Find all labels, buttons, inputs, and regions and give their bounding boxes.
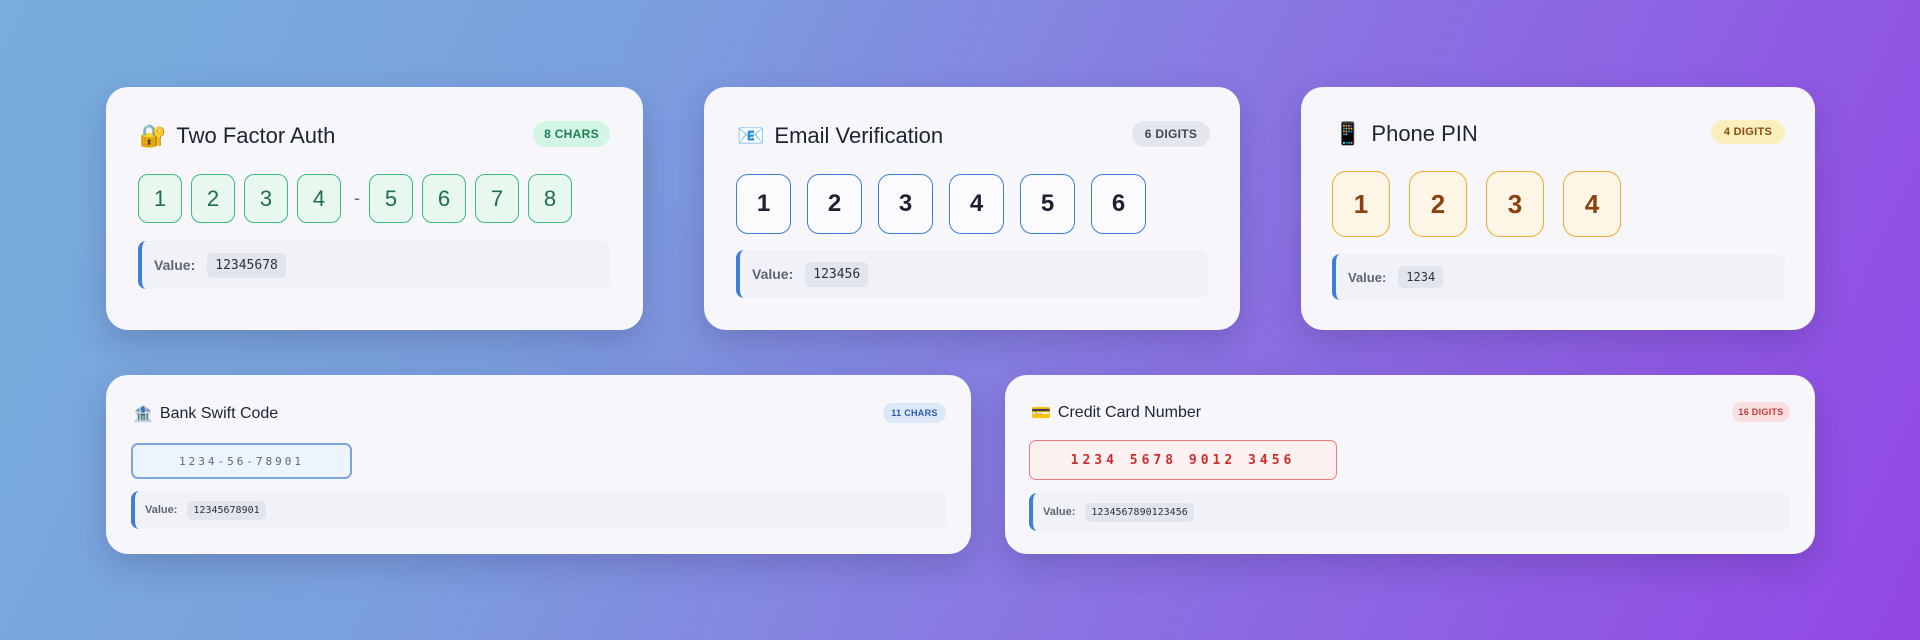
value-display: Value: 123456 [736, 250, 1208, 298]
two-factor-auth-card: 🔐 Two Factor Auth 8 CHARS 1 2 3 4 - 5 6 … [106, 87, 643, 330]
length-badge: 11 CHARS [883, 403, 946, 423]
otp-digit-input[interactable]: 2 [807, 174, 862, 234]
length-badge: 4 DIGITS [1711, 120, 1785, 144]
otp-digit-input[interactable]: 8 [528, 174, 572, 223]
otp-input-group: 1 2 3 4 - 5 6 7 8 [138, 174, 581, 223]
value-text: 123456 [805, 261, 869, 287]
phone-pin-title: Phone PIN [1371, 121, 1478, 146]
email-envelope-icon: 📧 [737, 123, 765, 149]
card-title: 💳 Credit Card Number [1031, 403, 1201, 422]
otp-digit-input[interactable]: 6 [422, 174, 466, 223]
value-label: Value: [752, 266, 794, 282]
phone-pin-card: 📱 Phone PIN 4 DIGITS 1 2 3 4 Value: 1234 [1301, 87, 1815, 330]
otp-input-group: 1 2 3 4 5 6 [736, 174, 1162, 234]
pin-digit-input[interactable]: 2 [1409, 171, 1467, 237]
card-title: 🔐 Two Factor Auth [139, 123, 335, 149]
otp-digit-input[interactable]: 3 [244, 174, 288, 223]
length-badge: 6 DIGITS [1132, 121, 1210, 147]
value-label: Value: [1043, 506, 1076, 518]
credit-card-number-card: 💳 Credit Card Number 16 DIGITS 1234 5678… [1005, 375, 1815, 554]
email-verification-title: Email Verification [774, 123, 944, 148]
pin-digit-input[interactable]: 1 [1332, 171, 1390, 237]
otp-digit-input[interactable]: 1 [736, 174, 791, 234]
value-label: Value: [1348, 269, 1387, 285]
card-title: 🏦 Bank Swift Code [133, 404, 278, 423]
otp-digit-input[interactable]: 5 [369, 174, 413, 223]
otp-digit-input[interactable]: 3 [878, 174, 933, 234]
credit-card-icon: 💳 [1031, 403, 1051, 422]
length-badge: 8 CHARS [533, 121, 610, 147]
value-display: Value: 1234 [1332, 254, 1785, 300]
value-display: Value: 12345678 [138, 241, 610, 289]
pin-digit-input[interactable]: 3 [1486, 171, 1544, 237]
otp-digit-input[interactable]: 7 [475, 174, 519, 223]
lock-with-key-icon: 🔐 [139, 123, 167, 149]
value-label: Value: [154, 257, 196, 273]
card-title: 📧 Email Verification [737, 123, 943, 149]
email-verification-card: 📧 Email Verification 6 DIGITS 1 2 3 4 5 … [704, 87, 1240, 330]
value-text: 12345678901 [187, 500, 266, 520]
value-display: Value: 1234567890123456 [1029, 493, 1790, 531]
pin-input-group: 1 2 3 4 [1332, 171, 1640, 237]
card-title: 📱 Phone PIN [1334, 121, 1478, 147]
length-badge: 16 DIGITS [1732, 402, 1790, 422]
otp-digit-input[interactable]: 5 [1020, 174, 1075, 234]
otp-digit-input[interactable]: 2 [191, 174, 235, 223]
value-text: 1234567890123456 [1085, 502, 1194, 522]
value-display: Value: 12345678901 [131, 491, 946, 529]
group-separator: - [354, 188, 360, 208]
otp-digit-input[interactable]: 4 [297, 174, 341, 223]
swift-code-title: Bank Swift Code [159, 404, 279, 422]
bank-swift-code-card: 🏦 Bank Swift Code 11 CHARS 1234-56-78901… [106, 375, 971, 554]
credit-card-title: Credit Card Number [1057, 403, 1202, 421]
credit-card-input[interactable]: 1234 5678 9012 3456 [1029, 440, 1337, 480]
two-factor-title: Two Factor Auth [176, 123, 336, 148]
pin-digit-input[interactable]: 4 [1563, 171, 1621, 237]
otp-digit-input[interactable]: 1 [138, 174, 182, 223]
otp-digit-input[interactable]: 4 [949, 174, 1004, 234]
value-label: Value: [145, 504, 178, 516]
bank-icon: 🏦 [133, 404, 153, 423]
value-text: 1234 [1398, 266, 1444, 288]
value-text: 12345678 [207, 252, 286, 278]
mobile-phone-icon: 📱 [1334, 121, 1362, 147]
swift-code-input[interactable]: 1234-56-78901 [131, 443, 352, 479]
otp-digit-input[interactable]: 6 [1091, 174, 1146, 234]
